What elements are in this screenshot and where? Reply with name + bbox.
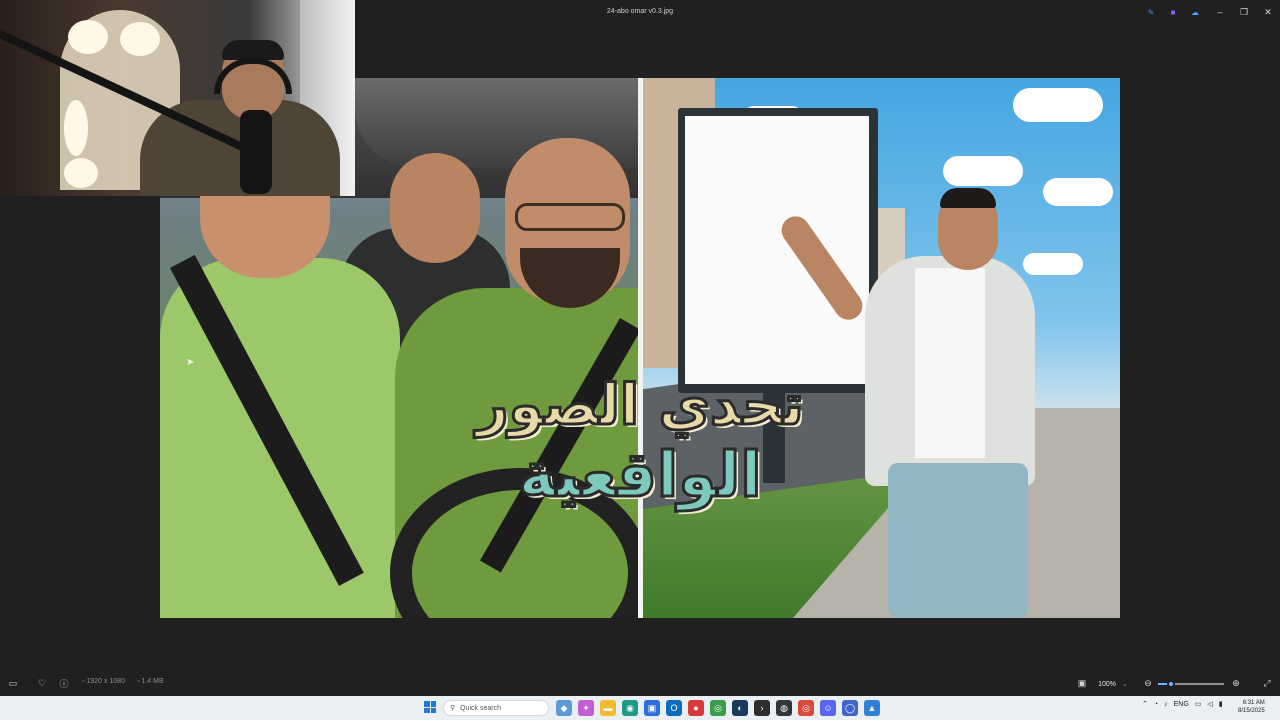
- copilot-app-icon[interactable]: ✦: [578, 700, 594, 716]
- shelf-niche: [64, 100, 88, 156]
- file-explorer-app-icon[interactable]: ▬: [600, 700, 616, 716]
- fit-to-window-icon[interactable]: ▣: [1076, 677, 1088, 689]
- network-icon[interactable]: ◔: [1154, 701, 1158, 708]
- file-size: ▫ 1.4 MB: [137, 678, 164, 685]
- window-controls: – ❐ ✕: [1208, 0, 1280, 24]
- microphone-icon[interactable]: ♪: [1164, 701, 1168, 708]
- maximize-button[interactable]: ❐: [1232, 0, 1256, 24]
- system-tray: ⌃ ◔ ♪ ENG ▭ ◁ ▮: [1142, 700, 1223, 709]
- zoom-slider[interactable]: [1158, 680, 1224, 688]
- close-button[interactable]: ✕: [1256, 0, 1280, 24]
- photos-app-icon[interactable]: ▲: [864, 700, 880, 716]
- discord-app-icon[interactable]: ☺: [820, 700, 836, 716]
- windows-start-icon[interactable]: [424, 701, 436, 713]
- tray-overflow-icon[interactable]: ⌃: [1142, 700, 1148, 708]
- edge-app-icon[interactable]: ◉: [622, 700, 638, 716]
- image-right-panel: [643, 78, 1120, 618]
- thumbnail-title-line2: الواقعية: [517, 438, 763, 511]
- obs-app-icon[interactable]: ◍: [776, 700, 792, 716]
- taskbar-clock[interactable]: 6:31 AM 8/15/2025: [1238, 699, 1265, 715]
- dimensions-text: 1920 x 1080: [86, 678, 125, 685]
- edit-pen-icon[interactable]: ✎: [1144, 6, 1158, 19]
- cloud: [1013, 88, 1103, 122]
- widgets-app-icon[interactable]: ◆: [556, 700, 572, 716]
- windows-taskbar: ⚲ Quick search ◆ ✦ ▬ ◉ ▣ O ● ◎ ◐ › ◍ ◎ ☺ ◯ ▲ ⌃ ◔ ♪ ENG…: [0, 696, 1280, 720]
- fullscreen-icon[interactable]: ⤢: [1261, 677, 1273, 689]
- zoom-value: 100%: [1098, 680, 1117, 688]
- shelf-niche: [68, 20, 108, 54]
- status-bar: ▭ ♡ ⓘ ▫ 1920 x 1080 ▫ 1.4 MB ▣ 100% ⌄ ⊖ …: [0, 672, 1280, 696]
- favorite-heart-icon[interactable]: ♡: [36, 677, 48, 689]
- taskbar-apps: ◆ ✦ ▬ ◉ ▣ O ● ◎ ◐ › ◍ ◎ ☺ ◯ ▲: [556, 700, 880, 716]
- shelf-niche: [120, 22, 160, 56]
- search-placeholder: Quick search: [460, 704, 501, 712]
- man-pants: [888, 463, 1028, 618]
- browser-app-icon[interactable]: ◯: [842, 700, 858, 716]
- clipchamp-icon[interactable]: ■: [1166, 6, 1180, 19]
- person-back-head: [390, 153, 480, 263]
- driver-glasses: [515, 203, 625, 231]
- chevron-down-icon: ⌄: [1122, 681, 1128, 688]
- info-icon[interactable]: ⓘ: [58, 677, 70, 689]
- microphone: [240, 110, 272, 194]
- zoom-in-icon[interactable]: ⊕: [1230, 677, 1242, 689]
- chrome-app-icon[interactable]: ◎: [710, 700, 726, 716]
- store-app-icon[interactable]: ▣: [644, 700, 660, 716]
- taskbar-search[interactable]: ⚲ Quick search: [443, 700, 549, 716]
- display-icon[interactable]: ▭: [1195, 700, 1202, 708]
- filmstrip-icon[interactable]: ▭: [7, 677, 19, 689]
- man-shirt: [915, 268, 985, 458]
- image-dimensions: ▫ 1920 x 1080: [82, 678, 125, 685]
- outlook-app-icon[interactable]: O: [666, 700, 682, 716]
- billboard-blank: [685, 116, 869, 384]
- clock-date: 8/15/2025: [1238, 708, 1265, 714]
- shelf-niche: [64, 158, 98, 188]
- terminal-app-icon[interactable]: ›: [754, 700, 770, 716]
- battery-icon[interactable]: ▮: [1219, 700, 1223, 708]
- thumbnail-title-line1: تحدي الصور: [475, 373, 805, 438]
- titlebar-tools: ✎ ■ ☁: [1144, 6, 1202, 19]
- search-icon: ⚲: [450, 705, 456, 712]
- record-app-icon[interactable]: ●: [688, 700, 704, 716]
- zoom-slider-thumb[interactable]: [1167, 680, 1176, 688]
- language-indicator[interactable]: ENG: [1174, 701, 1189, 708]
- man-hair: [940, 188, 996, 208]
- onedrive-icon[interactable]: ☁: [1188, 6, 1202, 19]
- cloud: [1043, 178, 1113, 206]
- chrome-alt-app-icon[interactable]: ◎: [798, 700, 814, 716]
- webcam-overlay: [0, 0, 355, 196]
- zoom-out-icon[interactable]: ⊖: [1142, 677, 1154, 689]
- photo-viewer-window: 24-abo omar v0.3.jpg ✎ ■ ☁ – ❐ ✕ تحدي ال…: [0, 0, 1280, 720]
- filesize-text: 1.4 MB: [141, 678, 164, 685]
- steam-app-icon[interactable]: ◐: [732, 700, 748, 716]
- streamer-hair: [222, 40, 284, 60]
- thumbnail-title: تحدي الصور الواقعية: [475, 373, 805, 511]
- cloud: [1023, 253, 1083, 275]
- clock-time: 6:31 AM: [1242, 700, 1265, 706]
- volume-icon[interactable]: ◁: [1207, 700, 1212, 708]
- cloud: [943, 156, 1023, 186]
- mouse-cursor-icon: ➤: [186, 357, 195, 368]
- zoom-select[interactable]: 100% ⌄: [1092, 676, 1134, 692]
- minimize-button[interactable]: –: [1208, 0, 1232, 24]
